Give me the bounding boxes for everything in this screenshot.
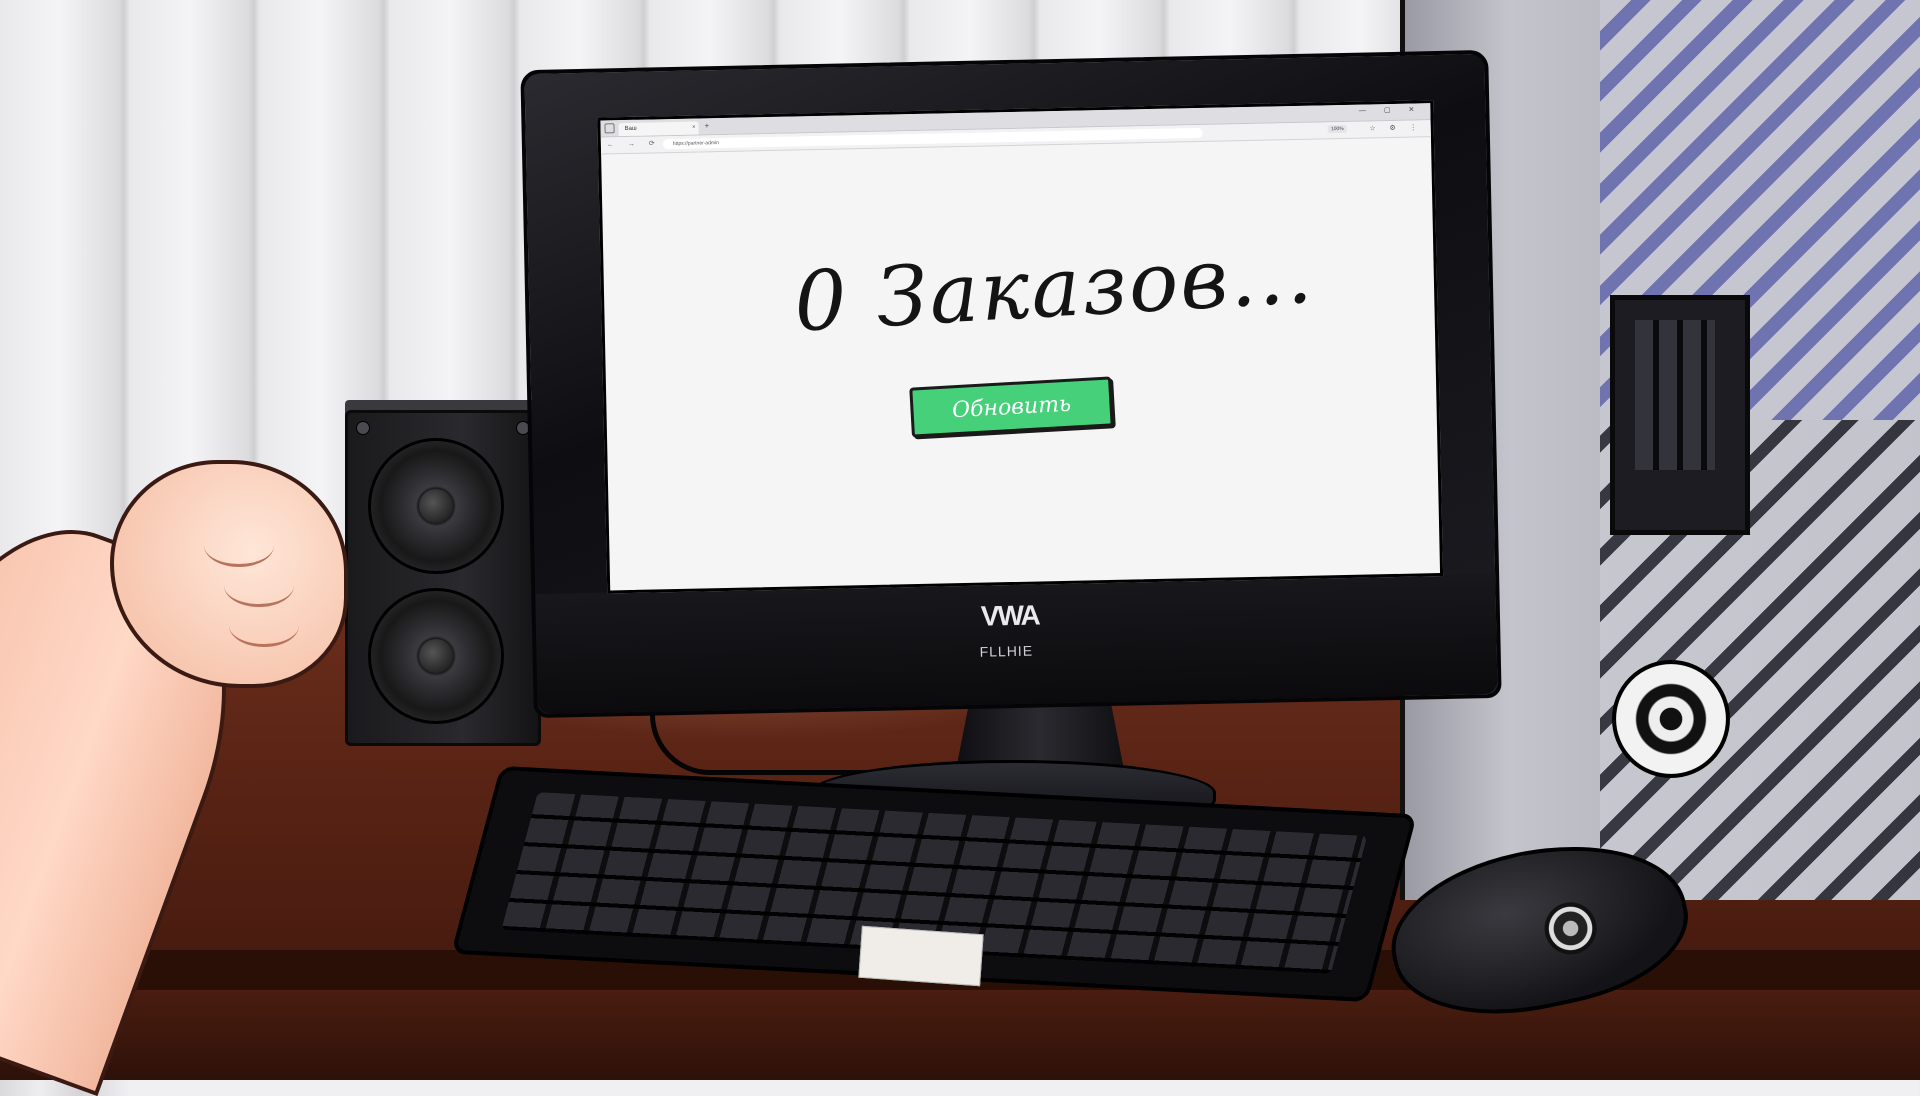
refresh-button[interactable]: Обновить xyxy=(909,376,1114,438)
speaker-tweeter xyxy=(368,438,504,574)
drive-bay xyxy=(1610,295,1750,535)
monitor-model-label: FLLHIE xyxy=(979,642,1034,660)
monitor: VWA FLLHIE Ваш × + — ▢ ✕ ← → ⟳ https://p… xyxy=(520,49,1502,719)
driver-cap xyxy=(419,489,453,523)
knuckle-line xyxy=(204,524,274,567)
knuckle-line xyxy=(229,604,299,647)
browser-tab[interactable]: Ваш × xyxy=(618,121,699,137)
screw xyxy=(356,421,370,435)
speaker xyxy=(345,410,541,746)
mouse-wheel[interactable] xyxy=(1539,897,1602,960)
power-button[interactable] xyxy=(1612,660,1730,778)
browser-tab-title: Ваш xyxy=(624,125,637,133)
speaker-woofer xyxy=(368,588,504,724)
toolbar-icons[interactable]: ☆ ⚙ ⋮ xyxy=(1369,123,1423,132)
knuckle-line xyxy=(224,564,294,607)
empty-orders-message: 0 Заказов... xyxy=(791,226,1317,351)
monitor-screen: Ваш × + — ▢ ✕ ← → ⟳ https://partner-admi… xyxy=(597,100,1444,594)
driver-cap xyxy=(419,639,453,673)
window-controls[interactable]: — ▢ ✕ xyxy=(1359,105,1423,114)
zoom-level[interactable]: 100% xyxy=(1327,124,1347,134)
paper-sheet xyxy=(858,925,984,987)
desk-front xyxy=(0,990,1920,1080)
nav-buttons[interactable]: ← → ⟳ xyxy=(607,139,661,148)
drive-slot xyxy=(1635,320,1715,470)
tab-actions-icon[interactable] xyxy=(604,123,615,134)
new-tab-button[interactable]: + xyxy=(704,121,709,130)
close-icon[interactable]: × xyxy=(692,122,696,135)
monitor-brand-logo: VWA xyxy=(980,599,1039,632)
